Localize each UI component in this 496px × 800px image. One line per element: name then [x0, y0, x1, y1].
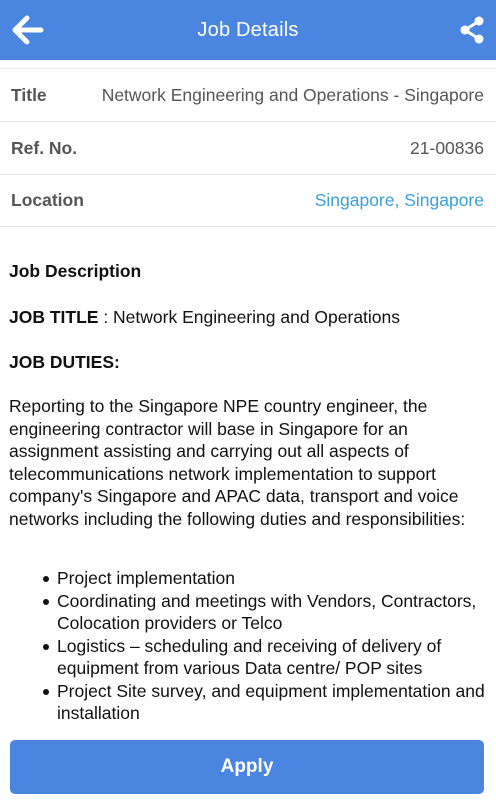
detail-value: Network Engineering and Operations - Sin… — [101, 84, 484, 105]
job-details-table: Title Network Engineering and Operations… — [0, 68, 496, 227]
job-title-value: : Network Engineering and Operations — [98, 307, 401, 327]
back-button[interactable] — [10, 12, 46, 48]
page-title: Job Details — [197, 18, 299, 41]
arrow-left-icon — [12, 15, 44, 45]
list-item: Project implementation — [43, 567, 487, 590]
detail-label: Location — [11, 190, 84, 210]
description-heading: Job Description — [9, 261, 142, 281]
job-title-label: JOB TITLE — [9, 307, 99, 327]
detail-value: 21-00836 — [410, 137, 484, 158]
app-bar: Job Details — [0, 0, 496, 60]
share-icon — [460, 16, 484, 44]
detail-row-title: Title Network Engineering and Operations… — [0, 68, 496, 121]
list-item: Coordinating and meetings with Vendors, … — [43, 590, 487, 635]
detail-label: Title — [11, 84, 47, 105]
apply-button[interactable]: Apply — [10, 740, 484, 794]
duties-list: Project implementation Coordinating and … — [9, 567, 487, 725]
list-item: Logistics – scheduling and receiving of … — [43, 635, 487, 680]
list-item: Project Site survey, and equipment imple… — [43, 680, 487, 725]
job-description: Job Description JOB TITLE : Network Engi… — [9, 258, 487, 725]
job-title-line: JOB TITLE : Network Engineering and Oper… — [9, 304, 487, 349]
duties-heading: JOB DUTIES: — [9, 352, 120, 372]
description-paragraph: Reporting to the Singapore NPE country e… — [9, 396, 466, 529]
detail-row-location: Location Singapore, Singapore — [0, 174, 496, 227]
detail-row-ref-no: Ref. No. 21-00836 — [0, 121, 496, 174]
location-link[interactable]: Singapore, Singapore — [315, 190, 484, 211]
apply-bar: Apply — [0, 730, 496, 800]
share-button[interactable] — [456, 14, 488, 46]
detail-label: Ref. No. — [11, 137, 78, 158]
